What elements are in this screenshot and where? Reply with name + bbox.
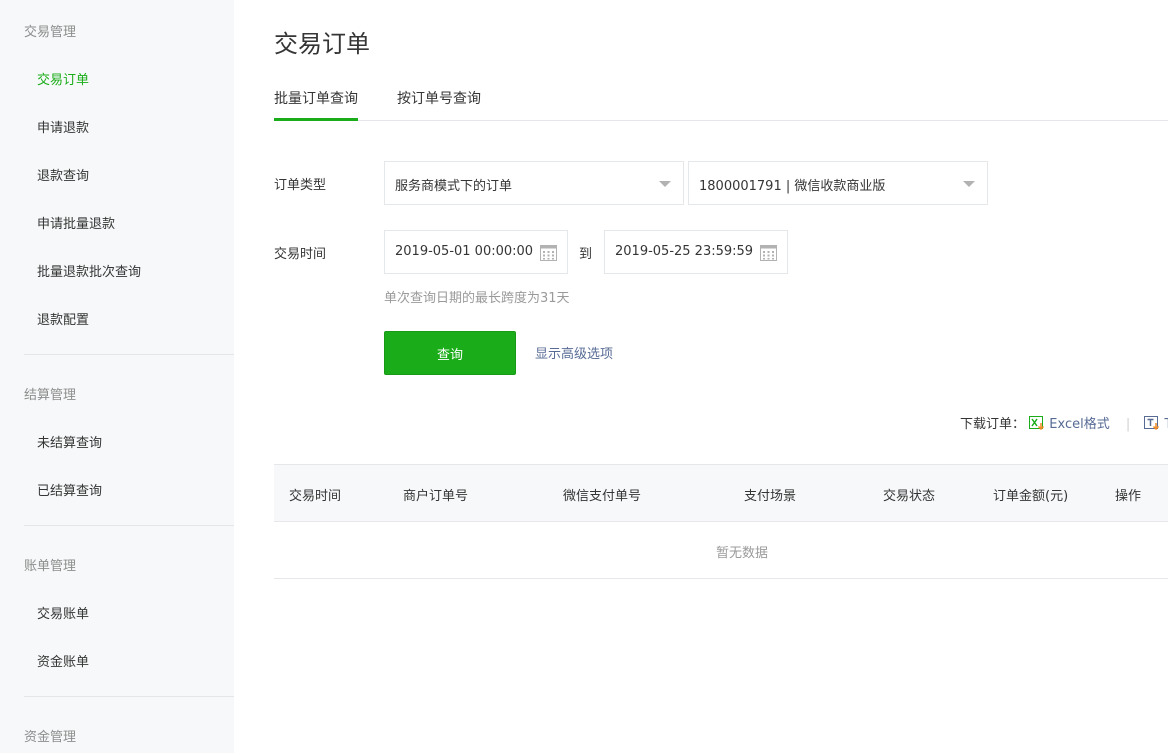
sidebar-item-batch-refund-query[interactable]: 批量退款批次查询 — [37, 261, 141, 280]
table-empty-row: 暂无数据 — [274, 522, 1168, 579]
download-separator: | — [1125, 417, 1131, 432]
merchant-select[interactable]: 1800001791 | 微信收款商业版 — [688, 161, 988, 205]
sidebar-item-trade-bill[interactable]: 交易账单 — [37, 603, 89, 622]
download-label: 下载订单： — [960, 417, 1026, 432]
order-type-label: 订单类型 — [274, 178, 327, 193]
show-advanced-options-link[interactable]: 显示高级选项 — [535, 343, 613, 362]
main-content: 交易订单 批量订单查询 按订单号查询 订单类型 服务商模式下的订单 180000… — [274, 0, 1168, 753]
tab-bar: 批量订单查询 按订单号查询 — [274, 88, 1168, 121]
excel-file-icon — [1029, 416, 1045, 431]
download-orders-bar: 下载订单： Excel格式 | T — [960, 413, 1168, 432]
sidebar-group-title-settlement: 结算管理 — [24, 388, 77, 403]
column-header-merchant-order-no: 商户订单号 — [403, 489, 469, 504]
start-time-input[interactable]: 2019-05-01 00:00:00 — [384, 230, 568, 274]
order-type-select[interactable]: 服务商模式下的订单 — [384, 161, 684, 205]
sidebar-item-fund-bill[interactable]: 资金账单 — [37, 651, 89, 670]
trade-time-label: 交易时间 — [274, 247, 327, 262]
tab-order-number-query[interactable]: 按订单号查询 — [397, 88, 481, 121]
sidebar-divider — [24, 696, 234, 697]
chevron-down-icon — [659, 181, 671, 187]
empty-state-text: 暂无数据 — [716, 546, 769, 561]
txt-download[interactable]: T — [1144, 416, 1168, 432]
sidebar-group-title-bills: 账单管理 — [24, 559, 77, 574]
sidebar-group-title-funds: 资金管理 — [24, 730, 77, 745]
sidebar-group-title-trade: 交易管理 — [24, 25, 77, 40]
column-header-wechat-pay-no: 微信支付单号 — [563, 489, 642, 504]
txt-file-icon — [1144, 416, 1160, 431]
date-range-hint: 单次查询日期的最长跨度为31天 — [384, 291, 570, 306]
end-time-input[interactable]: 2019-05-25 23:59:59 — [604, 230, 788, 274]
end-time-value: 2019-05-25 23:59:59 — [615, 244, 754, 259]
sidebar-item-batch-refund[interactable]: 申请批量退款 — [37, 213, 115, 232]
sidebar-item-trade-orders[interactable]: 交易订单 — [37, 69, 89, 88]
excel-download-link[interactable]: Excel格式 — [1049, 417, 1109, 432]
sidebar-item-settled-query[interactable]: 已结算查询 — [37, 480, 102, 499]
sidebar-divider — [24, 525, 234, 526]
column-header-trade-time: 交易时间 — [289, 489, 342, 504]
calendar-icon — [540, 245, 557, 261]
column-header-trade-status: 交易状态 — [883, 489, 936, 504]
sidebar-item-unsettled-query[interactable]: 未结算查询 — [37, 432, 102, 451]
tab-batch-query[interactable]: 批量订单查询 — [274, 88, 358, 121]
column-header-order-amount: 订单金额(元) — [993, 489, 1069, 504]
calendar-icon — [760, 245, 777, 261]
merchant-select-value: 1800001791 | 微信收款商业版 — [699, 179, 886, 194]
query-button[interactable]: 查询 — [384, 331, 516, 375]
start-time-value: 2019-05-01 00:00:00 — [395, 244, 534, 259]
sidebar-item-refund-query[interactable]: 退款查询 — [37, 165, 89, 184]
page-title: 交易订单 — [274, 30, 370, 58]
excel-download[interactable]: Excel格式 — [1029, 416, 1114, 432]
chevron-down-icon — [963, 181, 975, 187]
sidebar: 交易管理 交易订单 申请退款 退款查询 申请批量退款 批量退款批次查询 退款配置… — [0, 0, 234, 753]
orders-table-header: 交易时间 商户订单号 微信支付单号 支付场景 交易状态 订单金额(元) 操作 — [274, 464, 1168, 522]
range-to-text: 到 — [579, 247, 593, 262]
txt-download-link[interactable]: T — [1165, 417, 1168, 432]
column-header-pay-scene: 支付场景 — [744, 489, 797, 504]
sidebar-item-refund-config[interactable]: 退款配置 — [37, 309, 89, 328]
order-type-select-value: 服务商模式下的订单 — [395, 179, 513, 194]
column-header-actions: 操作 — [1115, 489, 1142, 504]
sidebar-divider — [24, 354, 234, 355]
sidebar-item-apply-refund[interactable]: 申请退款 — [37, 117, 89, 136]
